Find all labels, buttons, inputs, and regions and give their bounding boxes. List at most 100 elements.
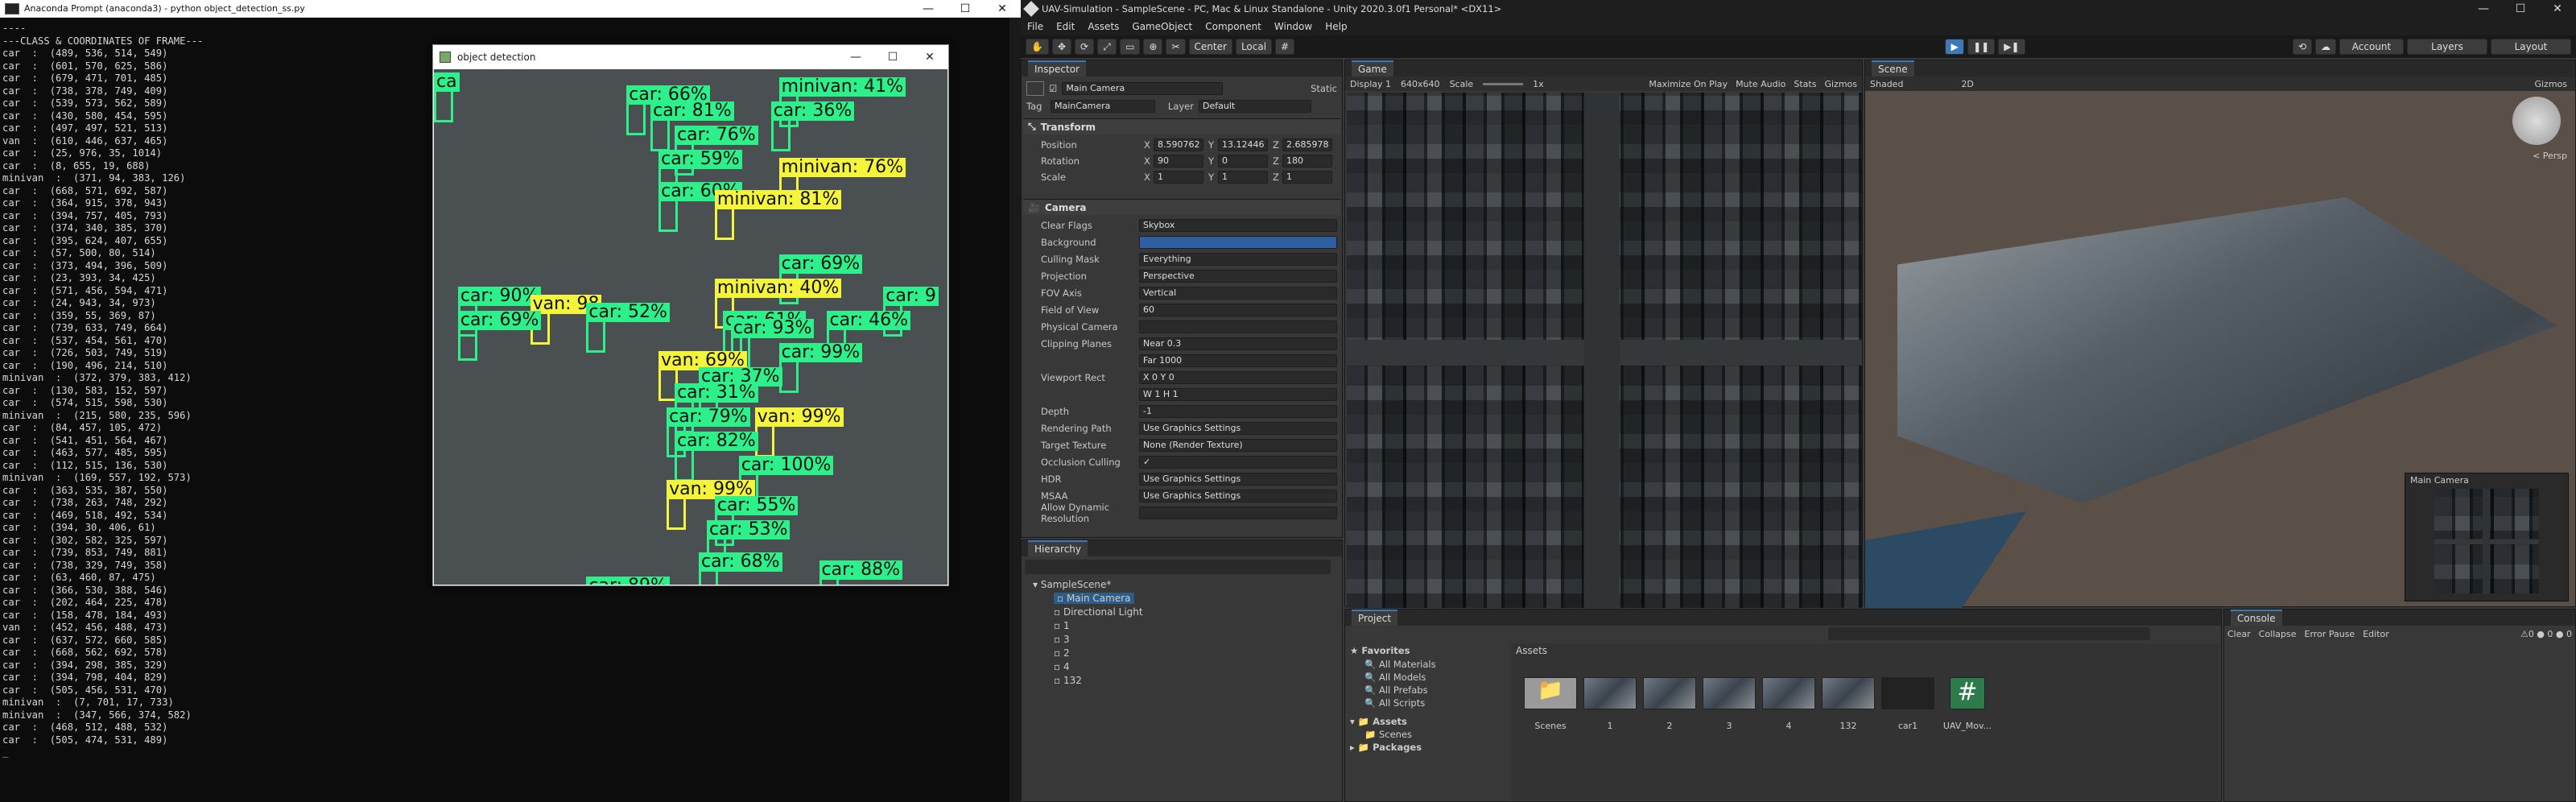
maximize-icon[interactable]: ☐ <box>2502 2 2539 15</box>
hierarchy-item[interactable]: ▫ 1 <box>1054 620 1070 631</box>
transform-tool-icon[interactable]: ⊕ <box>1143 39 1163 55</box>
close-icon[interactable]: ✕ <box>984 2 1021 15</box>
hierarchy-item[interactable]: ▫ 4 <box>1054 661 1070 672</box>
pivot-center-button[interactable]: Center <box>1188 39 1232 55</box>
maximize-icon[interactable]: ☐ <box>947 2 984 15</box>
favorite-item[interactable]: 🔍 All Models <box>1347 671 1508 684</box>
transform-x-field[interactable]: 90 <box>1154 155 1203 167</box>
hierarchy-item[interactable]: ▫ 2 <box>1054 647 1070 659</box>
play-button[interactable]: ▶ <box>1945 39 1965 55</box>
active-checkbox[interactable]: ☑ <box>1049 83 1057 94</box>
hierarchy-item[interactable]: ▾ SampleScene* <box>1033 579 1111 590</box>
game-option-gizmos[interactable]: Gizmos <box>1824 79 1857 89</box>
menu-file[interactable]: File <box>1021 21 1050 32</box>
game-view-render[interactable] <box>1347 93 1862 608</box>
display-dropdown[interactable]: Display 1 <box>1350 79 1391 89</box>
assets-folder[interactable]: ▾ 📁 Assets <box>1347 709 1508 728</box>
game-option-stats[interactable]: Stats <box>1794 79 1816 89</box>
account-dropdown[interactable]: Account <box>2339 39 2404 55</box>
cmd-scrollbar[interactable] <box>1009 18 1021 802</box>
city-terrain-mesh[interactable] <box>1897 197 2557 503</box>
transform-header[interactable]: ⤡ Transform <box>1023 118 1340 134</box>
menu-assets[interactable]: Assets <box>1081 21 1125 32</box>
console-clear-button[interactable]: Clear <box>2227 629 2251 642</box>
packages-folder[interactable]: ▸ 📁 Packages <box>1347 741 1508 754</box>
custom-tool-icon[interactable]: ✂ <box>1166 39 1186 55</box>
layers-dropdown[interactable]: Layers <box>2407 39 2487 55</box>
transform-y-field[interactable]: 1 <box>1218 171 1268 184</box>
2d-toggle[interactable]: 2D <box>1961 79 1973 89</box>
menu-edit[interactable]: Edit <box>1050 21 1081 32</box>
scene-gizmo-icon[interactable] <box>2512 97 2561 145</box>
hierarchy-item[interactable]: ▫ Directional Light <box>1054 606 1143 618</box>
step-button[interactable]: ▶❚ <box>1998 39 2025 55</box>
transform-y-field[interactable]: 0 <box>1218 155 1268 167</box>
camera-prop-value[interactable]: Near 0.3 <box>1139 337 1337 350</box>
asset-item[interactable]: 3 <box>1698 677 1761 731</box>
hierarchy-item[interactable]: ▫ Main Camera <box>1054 593 1134 604</box>
cloud-icon[interactable]: ☁ <box>2315 39 2336 55</box>
game-option-mute-audio[interactable]: Mute Audio <box>1736 79 1785 89</box>
camera-prop-value[interactable]: Use Graphics Settings <box>1139 490 1337 502</box>
detection-titlebar[interactable]: object detection — ☐ ✕ <box>433 45 948 69</box>
draw-mode-dropdown[interactable]: Shaded <box>1870 79 1903 89</box>
camera-prop-value[interactable]: Vertical <box>1139 287 1337 300</box>
console-error-pause-button[interactable]: Error Pause <box>2305 629 2355 642</box>
asset-item[interactable]: car1 <box>1876 677 1939 731</box>
asset-item[interactable]: 📁 Scenes <box>1519 677 1582 731</box>
project-search-input[interactable] <box>1828 627 2150 640</box>
camera-prop-value[interactable]: 60 <box>1139 304 1337 316</box>
favorite-item[interactable]: 🔍 All Materials <box>1347 658 1508 671</box>
move-tool-icon[interactable]: ✥ <box>1051 39 1072 55</box>
asset-item[interactable]: 132 <box>1817 677 1880 731</box>
transform-z-field[interactable]: 180 <box>1282 155 1332 167</box>
minimize-icon[interactable]: — <box>2465 2 2502 15</box>
tab-inspector[interactable]: Inspector <box>1028 60 1086 76</box>
assets-subfolder[interactable]: 📁 Scenes <box>1347 728 1508 741</box>
console-editor-button[interactable]: Editor <box>2363 629 2389 642</box>
menu-component[interactable]: Component <box>1199 21 1268 32</box>
camera-prop-value[interactable]: Use Graphics Settings <box>1139 422 1337 435</box>
menu-help[interactable]: Help <box>1319 21 1353 32</box>
transform-z-field[interactable]: 1 <box>1282 171 1332 184</box>
favorite-item[interactable]: 🔍 All Prefabs <box>1347 684 1508 697</box>
camera-header[interactable]: 🎥 Camera <box>1023 199 1340 215</box>
scale-slider[interactable] <box>1483 82 1524 85</box>
pause-button[interactable]: ❚❚ <box>1967 39 1996 55</box>
resolution-dropdown[interactable]: 640x640 <box>1401 79 1440 89</box>
collab-icon[interactable]: ⟲ <box>2292 39 2312 55</box>
hand-tool-icon[interactable]: ✋ <box>1026 39 1049 55</box>
tag-dropdown[interactable]: MainCamera <box>1051 100 1155 113</box>
anaconda-titlebar[interactable]: Anaconda Prompt (anaconda3) - python obj… <box>0 0 1021 18</box>
tab-console[interactable]: Console <box>2231 610 2282 626</box>
rect-tool-icon[interactable]: ▭ <box>1120 39 1141 55</box>
camera-prop-value[interactable]: W 1 H 1 <box>1139 388 1337 401</box>
favorite-item[interactable]: 🔍 All Scripts <box>1347 697 1508 709</box>
camera-prop-value[interactable] <box>1139 236 1337 249</box>
maximize-icon[interactable]: ☐ <box>874 51 911 64</box>
pivot-local-button[interactable]: Local <box>1235 39 1273 55</box>
camera-prop-value[interactable]: None (Render Texture) <box>1139 439 1337 452</box>
rotate-tool-icon[interactable]: ⟳ <box>1075 39 1095 55</box>
camera-prop-value[interactable]: Use Graphics Settings <box>1139 473 1337 486</box>
hierarchy-search-input[interactable] <box>1025 560 1331 574</box>
scale-tool-icon[interactable]: ⤢ <box>1097 39 1117 55</box>
asset-item[interactable]: 1 <box>1579 677 1641 731</box>
transform-y-field[interactable]: 13.12446 <box>1218 138 1268 151</box>
game-option-maximize-on-play[interactable]: Maximize On Play <box>1649 79 1728 89</box>
minimize-icon[interactable]: — <box>837 51 874 64</box>
transform-x-field[interactable]: 8.590762 <box>1154 138 1203 151</box>
asset-item[interactable]: # UAV_Mov... <box>1936 677 1999 731</box>
camera-prop-value[interactable]: Skybox <box>1139 219 1337 232</box>
grid-snap-icon[interactable]: # <box>1275 39 1295 55</box>
persp-label[interactable]: < Persp <box>2533 151 2567 161</box>
layer-dropdown[interactable]: Default <box>1199 100 1311 113</box>
camera-prop-value[interactable] <box>1139 320 1337 333</box>
transform-x-field[interactable]: 1 <box>1154 171 1203 184</box>
layout-dropdown[interactable]: Layout <box>2491 39 2571 55</box>
close-icon[interactable]: ✕ <box>2539 2 2576 15</box>
static-toggle[interactable]: Static <box>1311 83 1337 94</box>
tab-project[interactable]: Project <box>1352 610 1398 626</box>
hierarchy-item[interactable]: ▫ 3 <box>1054 634 1070 645</box>
camera-prop-value[interactable]: Perspective <box>1139 270 1337 283</box>
